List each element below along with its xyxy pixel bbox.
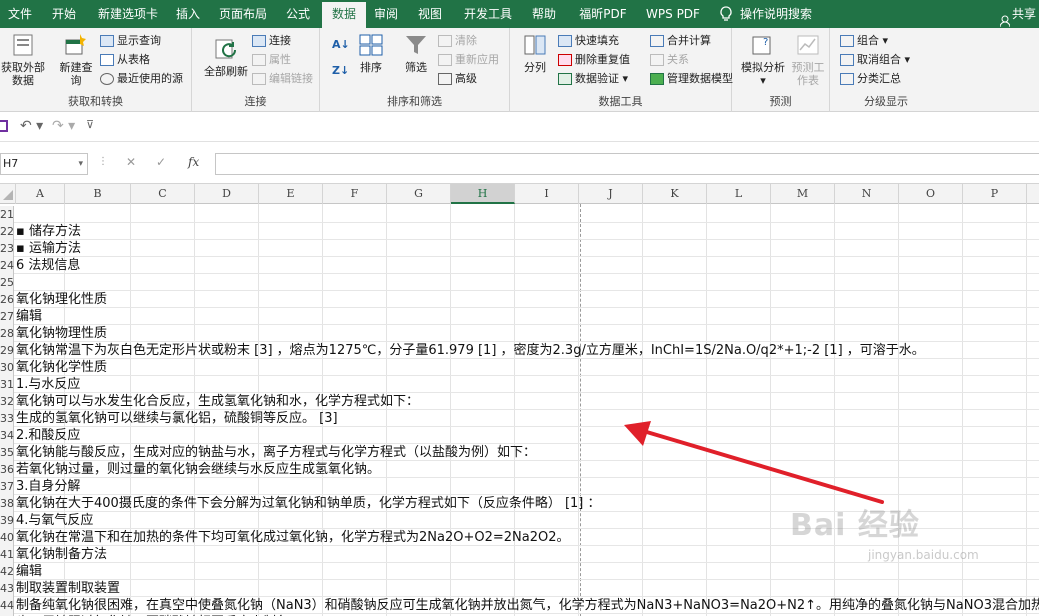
baidu-watermark-url: jingyan.baidu.com <box>868 548 979 562</box>
baidu-watermark: Bai 经验 <box>790 508 920 543</box>
